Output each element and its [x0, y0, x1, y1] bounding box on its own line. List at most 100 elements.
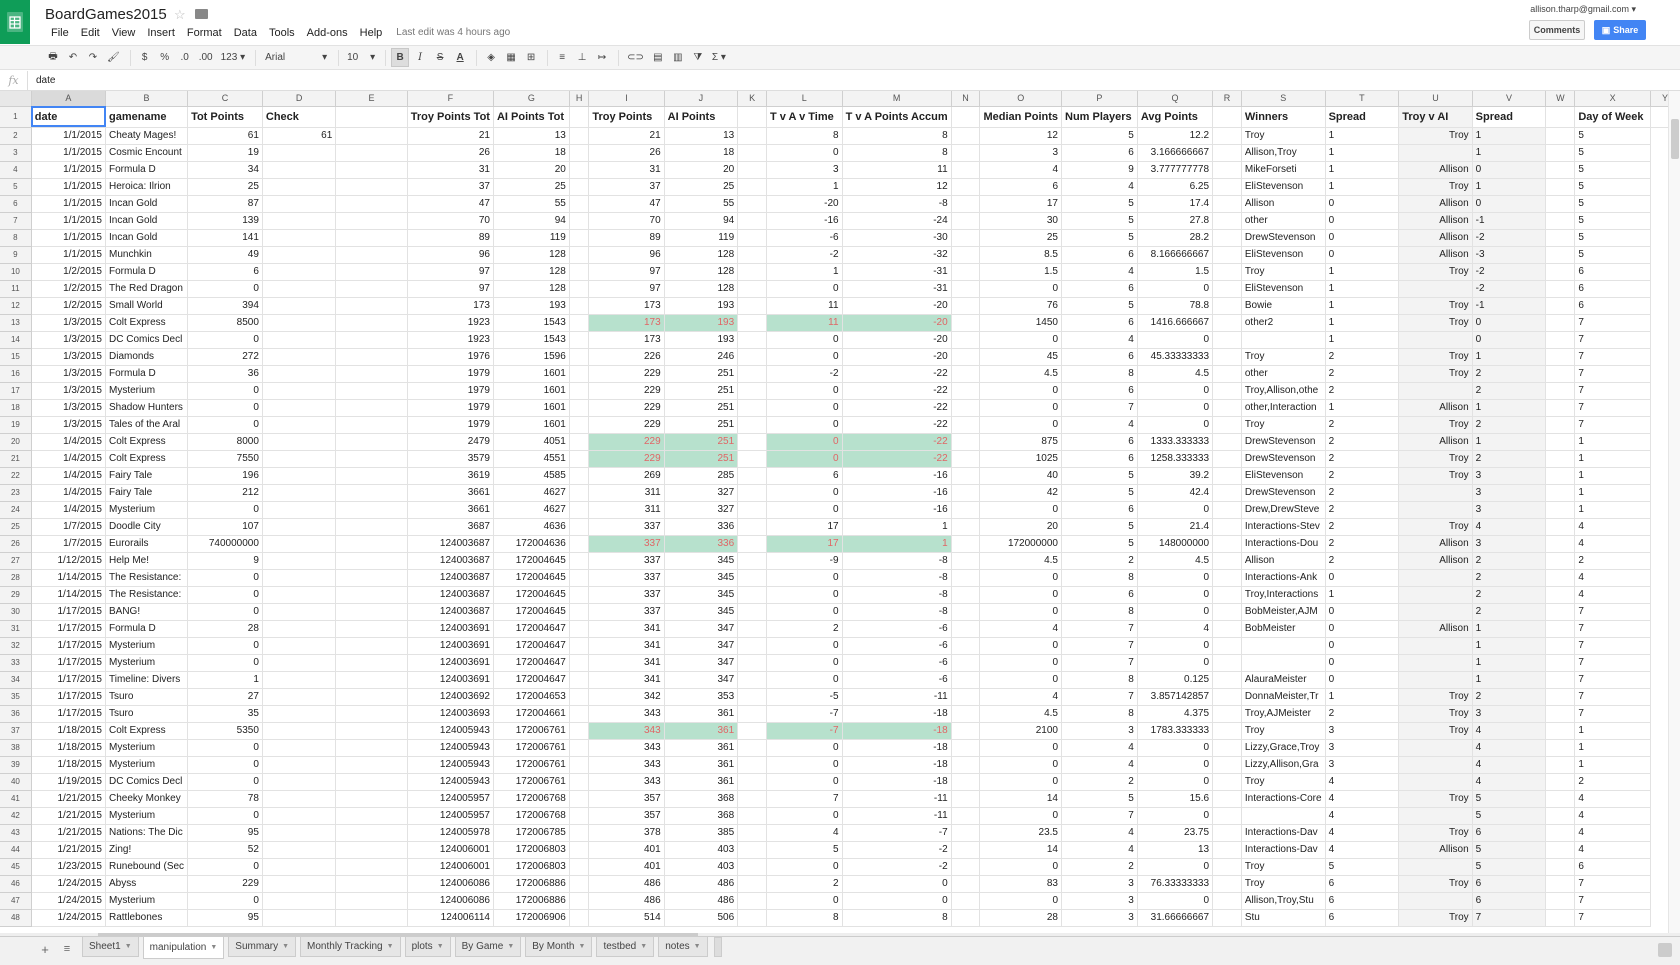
cell[interactable]: 3 — [1472, 484, 1547, 502]
cell[interactable]: 30 — [979, 212, 1062, 230]
column-title[interactable] — [737, 106, 767, 128]
cell[interactable]: Heroica: Ilrion — [105, 178, 189, 196]
cell[interactable]: -18 — [842, 756, 952, 774]
column-header-u[interactable]: U — [1398, 91, 1473, 107]
menu-addons[interactable]: Add-ons — [301, 27, 354, 39]
cell[interactable]: 1 — [1325, 688, 1400, 706]
cell[interactable]: 1/4/2015 — [31, 433, 107, 451]
cell[interactable]: 4 — [1472, 773, 1547, 791]
cell[interactable]: 6 — [1574, 297, 1652, 315]
cell[interactable] — [951, 450, 981, 468]
cell[interactable] — [569, 348, 590, 366]
cell[interactable] — [737, 331, 767, 349]
cell[interactable]: Troy — [1398, 875, 1473, 893]
column-header-r[interactable]: R — [1212, 91, 1242, 107]
cell[interactable] — [335, 552, 408, 570]
cell[interactable] — [737, 722, 767, 740]
cell[interactable]: 1/1/2015 — [31, 212, 107, 230]
cell[interactable]: -6 — [842, 637, 952, 655]
cell[interactable]: 343 — [588, 773, 665, 791]
cell[interactable] — [1212, 875, 1242, 893]
cell[interactable]: Allison,Troy — [1241, 144, 1326, 162]
cell[interactable]: 336 — [664, 518, 739, 536]
row-number[interactable]: 36 — [0, 705, 32, 723]
cell[interactable]: 0 — [979, 637, 1062, 655]
cell[interactable] — [1545, 671, 1576, 689]
cell[interactable] — [737, 620, 767, 638]
cell[interactable]: 3 — [1325, 756, 1400, 774]
column-header-j[interactable]: J — [664, 91, 739, 107]
cell[interactable] — [569, 280, 590, 298]
vertical-scroll-thumb[interactable] — [1671, 119, 1679, 159]
cell[interactable]: 172004647 — [493, 620, 570, 638]
menu-help[interactable]: Help — [354, 27, 389, 39]
cell[interactable]: 12 — [842, 178, 952, 196]
cell[interactable] — [1545, 484, 1576, 502]
cell[interactable] — [569, 501, 590, 519]
cell[interactable]: 7 — [1574, 399, 1652, 417]
cell[interactable]: 7 — [1574, 382, 1652, 400]
cell[interactable]: 5 — [1472, 790, 1547, 808]
cell[interactable]: 2 — [1061, 552, 1138, 570]
cell[interactable] — [335, 433, 408, 451]
cell[interactable]: 2 — [1574, 552, 1652, 570]
cell[interactable]: 17.4 — [1137, 195, 1214, 213]
cell[interactable]: Allison — [1398, 229, 1473, 247]
cell[interactable] — [1545, 841, 1576, 859]
cell[interactable]: 0 — [187, 399, 263, 417]
cell[interactable]: 1 — [1574, 467, 1652, 485]
cell[interactable]: 4 — [1061, 739, 1138, 757]
cell[interactable]: other — [1241, 365, 1326, 383]
row-number[interactable]: 34 — [0, 671, 32, 689]
cell[interactable]: 31 — [407, 161, 494, 179]
cell[interactable]: 2 — [1472, 552, 1547, 570]
cell[interactable]: Allison — [1398, 212, 1473, 230]
cell[interactable]: 347 — [664, 620, 739, 638]
cell[interactable]: Munchkin — [105, 246, 189, 264]
cell[interactable]: 8 — [1061, 603, 1138, 621]
cell[interactable]: 1/24/2015 — [31, 909, 107, 927]
cell[interactable]: 0 — [979, 569, 1062, 587]
cell[interactable]: Troy — [1398, 178, 1473, 196]
cell[interactable]: 0 — [1325, 637, 1400, 655]
vertical-scrollbar[interactable] — [1668, 91, 1680, 933]
cell[interactable] — [1212, 467, 1242, 485]
cell[interactable] — [737, 127, 767, 145]
folder-icon[interactable] — [195, 9, 208, 19]
row-number[interactable]: 10 — [0, 263, 32, 281]
cell[interactable] — [737, 484, 767, 502]
cell[interactable]: 2 — [1325, 433, 1400, 451]
cell[interactable] — [335, 875, 408, 893]
cell[interactable] — [737, 756, 767, 774]
cell[interactable] — [1241, 331, 1326, 349]
cell[interactable]: 0 — [1137, 399, 1214, 417]
cell[interactable] — [262, 637, 337, 655]
cell[interactable]: 0 — [979, 603, 1062, 621]
cell[interactable]: 13 — [1137, 841, 1214, 859]
cell[interactable]: 368 — [664, 790, 739, 808]
cell[interactable] — [335, 399, 408, 417]
row-number[interactable]: 35 — [0, 688, 32, 706]
cell[interactable] — [951, 705, 981, 723]
cell[interactable] — [335, 178, 408, 196]
cell[interactable]: -11 — [842, 807, 952, 825]
cell[interactable]: Cheaty Mages! — [105, 127, 189, 145]
italic-button[interactable]: I — [411, 48, 429, 67]
cell[interactable]: 5350 — [187, 722, 263, 740]
menu-data[interactable]: Data — [228, 27, 263, 39]
cell[interactable]: 3.857142857 — [1137, 688, 1214, 706]
cell[interactable] — [737, 467, 767, 485]
more-formats-button[interactable]: 123 ▾ — [218, 48, 249, 67]
cell[interactable] — [951, 603, 981, 621]
cell[interactable]: 3 — [1325, 739, 1400, 757]
cell[interactable] — [335, 807, 408, 825]
cell[interactable]: 347 — [664, 637, 739, 655]
cell[interactable]: 42.4 — [1137, 484, 1214, 502]
cell[interactable]: 337 — [588, 552, 665, 570]
cell[interactable]: -20 — [842, 314, 952, 332]
cell[interactable]: 6 — [1061, 501, 1138, 519]
cell[interactable]: 3 — [1061, 909, 1138, 927]
cell[interactable]: 1/12/2015 — [31, 552, 107, 570]
cell[interactable]: EliStevenson — [1241, 467, 1326, 485]
insert-chart-icon[interactable]: ▥ — [669, 48, 687, 67]
